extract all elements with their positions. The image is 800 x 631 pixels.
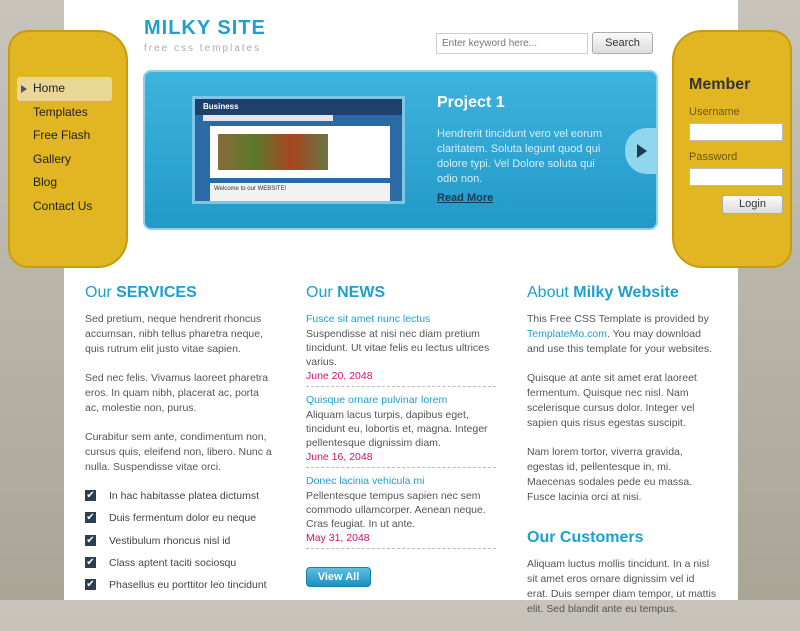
news-item: Fusce sit amet nunc lectus Suspendisse a… [306,312,496,387]
services-heading: Our SERVICES [85,284,197,301]
news-title-link[interactable]: Quisque ornare pulvinar lorem [306,393,496,408]
project-title: Project 1 [437,94,505,111]
customers-heading: Our Customers [527,529,644,546]
thumb-welcome: Welcome to our WEBSITE! [210,183,390,201]
news-body: Pellentesque tempus sapien nec sem commo… [306,490,486,530]
nav-item-free-flash[interactable]: Free Flash [17,124,127,148]
about-column: About Milky Website This Free CSS Templa… [527,284,717,631]
next-arrow-icon[interactable] [625,128,657,174]
checklist-item: Vestibulum rhoncus nisl id [85,530,275,552]
news-title-link[interactable]: Fusce sit amet nunc lectus [306,312,496,327]
news-item: Donec lacinia vehicula mi Pellentesque t… [306,474,496,549]
nav-item-contact-us[interactable]: Contact Us [17,195,127,219]
search-input[interactable] [436,33,588,54]
nav-item-home[interactable]: Home [17,77,112,101]
about-paragraph: Quisque at ante sit amet erat laoreet fe… [527,372,697,429]
services-checklist: In hac habitasse platea dictumst Duis fe… [85,485,275,596]
member-title: Member [689,76,751,93]
nav-item-blog[interactable]: Blog [17,171,127,195]
services-paragraph: Curabitur sem ante, condimentum non, cur… [85,431,272,473]
project-description: Hendrerit tincidunt vero vel eorum clari… [437,128,603,185]
member-panel [672,30,792,268]
news-item: Quisque ornare pulvinar lorem Aliquam la… [306,393,496,468]
nav-item-templates[interactable]: Templates [17,101,127,125]
thumb-title: Business [203,102,239,111]
customers-paragraph: Aliquam luctus mollis tincidunt. In a ni… [527,558,717,615]
checklist-item: Duis fermentum dolor eu neque [85,507,275,529]
news-date: June 20, 2048 [306,370,373,382]
thumb-image [218,134,328,170]
services-column: Our SERVICES Sed pretium, neque hendreri… [85,284,275,596]
login-button[interactable]: Login [722,195,783,214]
page: MILKY SITE free css templates Search Hom… [0,0,800,615]
news-date: June 16, 2048 [306,451,373,463]
username-label: Username [689,106,740,118]
checklist-item: Class aptent taciti sociosqu [85,552,275,574]
search-button[interactable]: Search [592,32,653,54]
news-date: May 31, 2048 [306,532,370,544]
username-field[interactable] [689,123,783,141]
news-body: Suspendisse at nisi nec diam pretium tin… [306,328,490,368]
services-paragraph: Sed pretium, neque hendrerit rhoncus acc… [85,313,264,355]
featured-banner: Business Welcome to our WEBSITE! Project… [143,70,658,230]
news-heading: Our NEWS [306,284,386,301]
about-heading: About Milky Website [527,284,679,301]
about-paragraph: Nam lorem tortor, viverra gravida, egest… [527,446,693,503]
services-paragraph: Sed nec felis. Vivamus laoreet pharetra … [85,372,269,414]
site-tagline: free css templates [144,43,262,54]
news-column: Our NEWS Fusce sit amet nunc lectus Susp… [306,284,496,555]
site-logo[interactable]: MILKY SITE [144,17,266,40]
password-field[interactable] [689,168,783,186]
project-thumbnail[interactable]: Business Welcome to our WEBSITE! [192,96,405,204]
nav-item-gallery[interactable]: Gallery [17,148,127,172]
news-title-link[interactable]: Donec lacinia vehicula mi [306,474,496,489]
about-paragraph: This Free CSS Template is provided by Te… [527,313,713,355]
news-body: Aliquam lacus turpis, dapibus eget, tinc… [306,409,488,449]
view-all-button[interactable]: View All [306,567,371,587]
checklist-item: In hac habitasse platea dictumst [85,485,275,507]
read-more-link[interactable]: Read More [437,192,493,204]
password-label: Password [689,151,738,163]
checklist-item: Phasellus eu porttitor leo tincidunt [85,574,275,596]
templatemo-link[interactable]: TemplateMo.com [527,328,607,340]
main-nav: Home Templates Free Flash Gallery Blog C… [17,77,127,219]
